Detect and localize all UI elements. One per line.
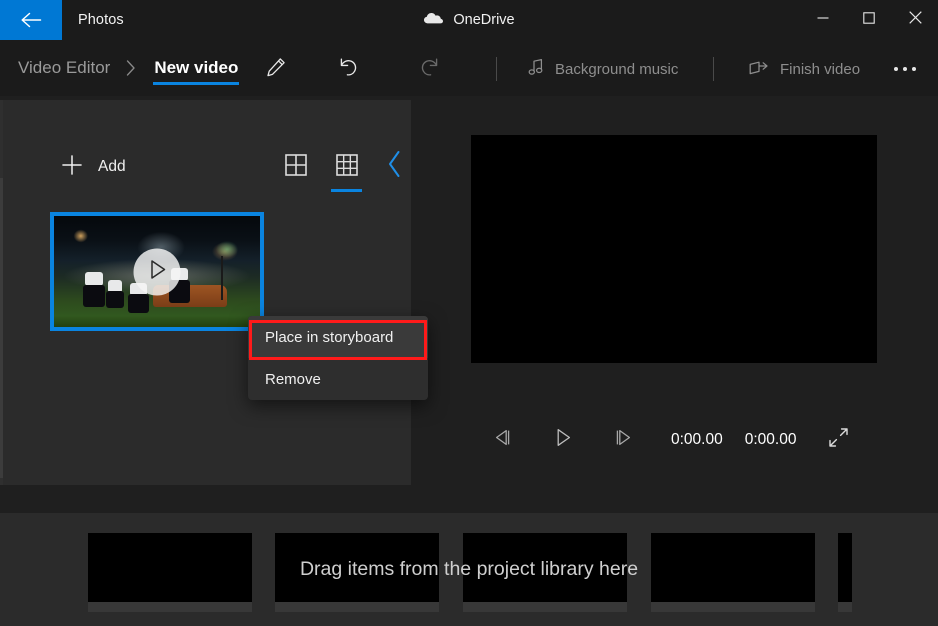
previous-frame-button[interactable] <box>482 420 522 460</box>
library-scrollbar[interactable] <box>0 100 3 485</box>
library-video-thumbnail[interactable] <box>50 212 264 331</box>
context-menu-item-remove[interactable]: Remove <box>248 358 428 400</box>
breadcrumb-item-video-editor[interactable]: Video Editor <box>14 58 114 78</box>
collapse-library-button[interactable] <box>380 148 408 184</box>
view-toggle-active-underline <box>331 189 362 192</box>
breadcrumb: Video Editor New video <box>14 40 244 96</box>
add-media-button[interactable]: Add <box>60 150 126 184</box>
onedrive-cloud-icon <box>423 11 444 30</box>
maximize-button[interactable] <box>846 0 892 40</box>
view-toggle-large-thumbnails[interactable] <box>279 150 313 184</box>
overflow-dot <box>894 67 898 71</box>
overflow-dot <box>912 67 916 71</box>
photos-video-editor-window: Photos OneDrive Video Editor New video B… <box>0 0 938 626</box>
grid-large-icon <box>285 153 307 181</box>
storyboard-placeholder-card-partial[interactable] <box>838 533 852 602</box>
video-preview-stage[interactable] <box>471 135 877 363</box>
background-music-button[interactable]: Background music <box>528 53 678 85</box>
current-time-label: 0:00.00 <box>671 431 723 448</box>
fullscreen-icon <box>828 427 849 453</box>
pencil-icon <box>265 56 287 83</box>
maximize-icon <box>863 11 875 29</box>
undo-icon <box>335 56 359 83</box>
command-bar: Video Editor New video Background music … <box>0 40 938 96</box>
thumbnail-play-overlay[interactable] <box>133 248 181 295</box>
storyboard-card-footer <box>88 602 252 612</box>
storyboard-card-footer <box>463 602 627 612</box>
breadcrumb-current-label: New video <box>154 58 239 77</box>
play-button[interactable] <box>543 420 583 460</box>
onedrive-status: OneDrive <box>0 0 938 40</box>
breadcrumb-active-underline <box>153 82 240 85</box>
arrow-left-icon <box>20 11 42 29</box>
storyboard-card-footer <box>275 602 439 612</box>
grid-small-icon <box>336 153 358 181</box>
finish-video-label: Finish video <box>780 60 861 78</box>
toolbar-divider-1 <box>496 57 497 81</box>
finish-video-button[interactable]: Finish video <box>748 53 860 85</box>
background-music-label: Background music <box>555 60 679 78</box>
redo-button[interactable] <box>415 53 447 85</box>
previous-frame-icon <box>493 429 512 451</box>
storyboard-card-footer <box>651 602 815 612</box>
back-button[interactable] <box>0 0 62 40</box>
next-frame-button[interactable] <box>603 420 643 460</box>
play-icon <box>147 258 167 285</box>
chevron-left-icon <box>387 150 402 183</box>
rename-project-button[interactable] <box>260 53 292 85</box>
thumbnail-context-menu: Place in storyboard Remove <box>248 316 428 400</box>
player-controls: 0:00.00 0:00.00 <box>471 420 877 460</box>
storyboard-placeholder-card[interactable] <box>463 533 627 612</box>
next-frame-icon <box>614 429 633 451</box>
fullscreen-button[interactable] <box>818 420 858 460</box>
breadcrumb-item-new-video[interactable]: New video <box>148 40 244 96</box>
overflow-dot <box>903 67 907 71</box>
minimize-icon <box>817 11 829 29</box>
music-note-icon <box>528 58 544 81</box>
onedrive-label: OneDrive <box>453 12 515 28</box>
close-button[interactable] <box>892 0 938 40</box>
context-menu-item-place-in-storyboard[interactable]: Place in storyboard <box>248 316 428 358</box>
onedrive-button[interactable]: OneDrive <box>423 11 515 30</box>
chevron-right-icon <box>114 60 148 76</box>
storyboard-placeholder-card[interactable] <box>88 533 252 612</box>
toolbar-divider-2 <box>713 57 714 81</box>
window-controls <box>800 0 938 40</box>
storyboard-placeholder-card[interactable] <box>651 533 815 612</box>
share-export-icon <box>748 58 769 81</box>
play-icon <box>555 428 572 452</box>
app-title: Photos <box>78 12 124 28</box>
storyboard-card-footer <box>838 602 852 612</box>
library-scrollbar-thumb[interactable] <box>0 178 3 478</box>
storyboard-placeholder-card[interactable] <box>275 533 439 612</box>
plus-icon <box>60 153 84 182</box>
redo-icon <box>419 56 443 83</box>
more-options-button[interactable] <box>885 53 925 85</box>
undo-button[interactable] <box>331 53 363 85</box>
add-media-label: Add <box>98 158 126 175</box>
total-time-label: 0:00.00 <box>744 431 797 448</box>
minimize-button[interactable] <box>800 0 846 40</box>
title-bar: Photos OneDrive <box>0 0 938 40</box>
view-toggle-small-thumbnails[interactable] <box>330 150 364 184</box>
close-icon <box>908 11 922 29</box>
